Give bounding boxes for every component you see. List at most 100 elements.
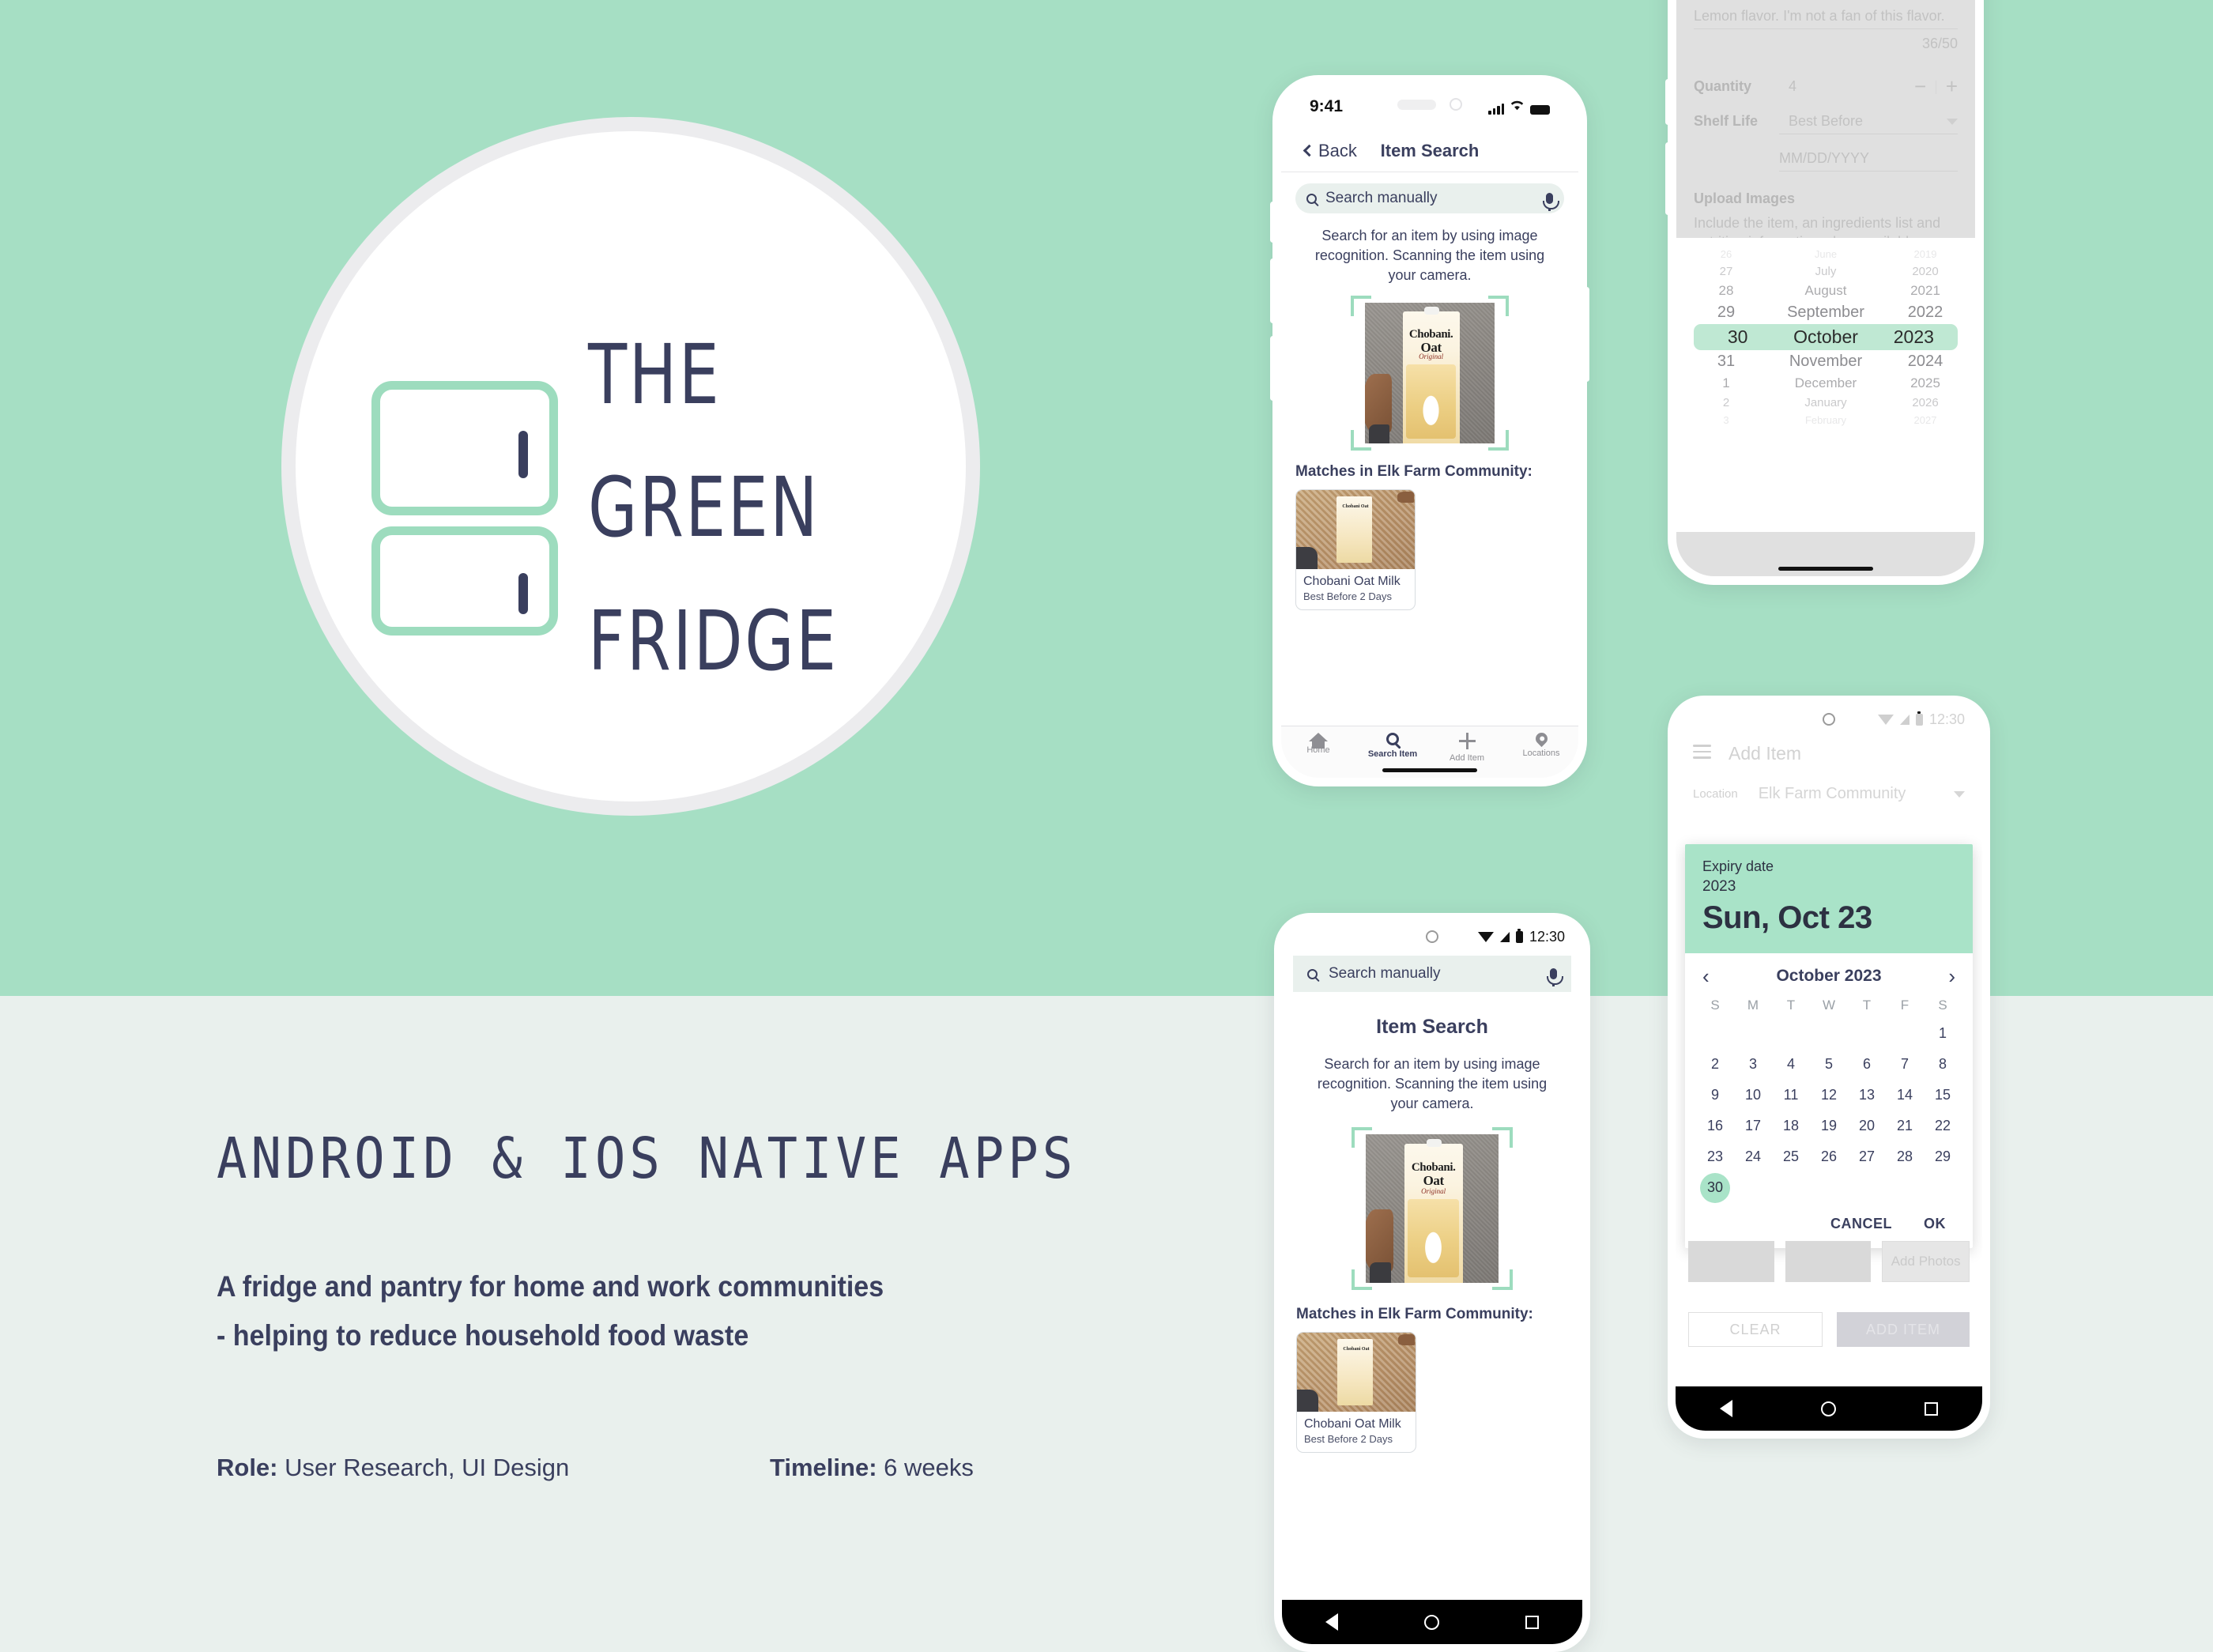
quantity-row[interactable]: Quantity 4 − | +	[1676, 74, 1975, 99]
expiry-date-row[interactable]: MM/DD/YYYY	[1676, 150, 1975, 167]
wheel-row[interactable]: 2 January 2026	[1676, 394, 1975, 412]
form-action-row[interactable]: CLEAR ADD ITEM	[1688, 1312, 1970, 1347]
calendar-day[interactable]: 17	[1734, 1111, 1772, 1141]
uploaded-photo-1[interactable]	[1688, 1241, 1774, 1282]
calendar-day[interactable]: 5	[1810, 1049, 1848, 1080]
wheel-month: November	[1789, 353, 1863, 370]
clear-button[interactable]: CLEAR	[1688, 1312, 1823, 1347]
front-camera-icon	[1823, 713, 1835, 726]
page-title: Item Search	[1376, 1016, 1488, 1038]
wheel-row[interactable]: 31 November 2024	[1676, 350, 1975, 373]
home-nav-icon[interactable]	[1423, 1614, 1439, 1630]
microphone-icon[interactable]	[1547, 968, 1563, 986]
calendar-day[interactable]: 7	[1886, 1049, 1924, 1080]
power-button[interactable]	[1584, 287, 1589, 382]
bottom-tab-bar[interactable]: Home Search Item Add Item Locations	[1281, 726, 1578, 778]
camera-scan-frame[interactable]: Chobani. Oat Original	[1352, 1127, 1513, 1291]
calendar-day[interactable]: 1	[1924, 1018, 1962, 1049]
volume-up-button[interactable]	[1270, 258, 1276, 323]
calendar-day[interactable]: 28	[1886, 1141, 1924, 1172]
quantity-increment-button[interactable]: +	[1946, 74, 1958, 99]
calendar-day[interactable]: 3	[1734, 1049, 1772, 1080]
carton-variant: Original	[1419, 353, 1444, 361]
match-card[interactable]: Chobani Oat Chobani Oat Milk Best Before…	[1296, 1332, 1416, 1454]
description-value-row[interactable]: Lemon flavor. I'm not a fan of this flav…	[1676, 8, 1975, 25]
tab-add-item[interactable]: Add Item	[1430, 733, 1504, 763]
calendar-day[interactable]: 9	[1696, 1080, 1734, 1111]
hamburger-menu-icon[interactable]	[1693, 745, 1711, 763]
calendar-day[interactable]: 8	[1924, 1049, 1962, 1080]
wheel-row[interactable]: 27 July 2020	[1676, 262, 1975, 281]
home-nav-icon[interactable]	[1821, 1401, 1836, 1416]
calendar-day[interactable]: 22	[1924, 1111, 1962, 1141]
tab-search-item[interactable]: Search Item	[1355, 733, 1430, 759]
calendar-day[interactable]: 6	[1848, 1049, 1886, 1080]
calendar-day[interactable]: 19	[1810, 1111, 1848, 1141]
calendar-day[interactable]: 20	[1848, 1111, 1886, 1141]
calendar-day[interactable]: 24	[1734, 1141, 1772, 1172]
calendar-day[interactable]: 4	[1772, 1049, 1810, 1080]
search-input[interactable]: Search manually	[1295, 183, 1564, 213]
date-picker-header-year[interactable]: 2023	[1702, 878, 1955, 896]
camera-scan-frame[interactable]: Chobani. Oat Original	[1351, 296, 1509, 451]
location-field[interactable]: Location Elk Farm Community	[1676, 764, 1982, 803]
wheel-row[interactable]: 3 February 2027	[1676, 412, 1975, 428]
mute-switch[interactable]	[1270, 202, 1276, 243]
volume-down-button[interactable]	[1270, 336, 1276, 401]
calendar-day[interactable]: 27	[1848, 1141, 1886, 1172]
wheel-row[interactable]: 29 September 2022	[1676, 301, 1975, 324]
tab-home[interactable]: Home	[1281, 733, 1355, 755]
wheel-row[interactable]: 1 December 2025	[1676, 373, 1975, 394]
recents-nav-icon[interactable]	[1925, 1401, 1938, 1416]
match-card[interactable]: Chobani Oat Chobani Oat Milk Best Before…	[1295, 489, 1416, 611]
calendar-day[interactable]: 26	[1810, 1141, 1848, 1172]
wheel-row[interactable]: 28 August 2021	[1676, 281, 1975, 301]
cancel-button[interactable]: CANCEL	[1830, 1216, 1892, 1232]
chevron-down-icon[interactable]	[1954, 790, 1965, 798]
next-month-button[interactable]: ›	[1948, 966, 1955, 986]
calendar-day[interactable]: 25	[1772, 1141, 1810, 1172]
expiry-date-input[interactable]: MM/DD/YYYY	[1779, 150, 1869, 167]
prev-month-button[interactable]: ‹	[1702, 966, 1710, 986]
calendar-day[interactable]: 10	[1734, 1080, 1772, 1111]
calendar-day[interactable]: 12	[1810, 1080, 1848, 1111]
back-nav-icon[interactable]	[1325, 1613, 1338, 1631]
recents-nav-icon[interactable]	[1525, 1615, 1540, 1629]
calendar-day[interactable]: 18	[1772, 1111, 1810, 1141]
calendar-day[interactable]: 29	[1924, 1141, 1962, 1172]
ios-date-wheel-picker[interactable]: 26 June 2019 27 July 2020 28 August 2021 29 Septem…	[1676, 238, 1975, 532]
volume-down-button[interactable]	[1665, 142, 1671, 215]
android-nav-bar[interactable]	[1282, 1600, 1582, 1644]
calendar-day[interactable]: 11	[1772, 1080, 1810, 1111]
ok-button[interactable]: OK	[1924, 1216, 1946, 1232]
matches-heading: Matches in Elk Farm Community:	[1296, 1306, 1533, 1323]
calendar-day[interactable]: 21	[1886, 1111, 1924, 1141]
calendar-day[interactable]: 14	[1886, 1080, 1924, 1111]
char-counter: 36/50	[1921, 36, 1958, 51]
add-photos-button[interactable]: Add Photos	[1882, 1241, 1970, 1282]
wheel-row[interactable]: 26 June 2019	[1676, 246, 1975, 262]
uploaded-photo-2[interactable]	[1785, 1241, 1872, 1282]
calendar-day[interactable]: 16	[1696, 1111, 1734, 1141]
chevron-down-icon[interactable]	[1947, 118, 1958, 125]
calendar-day[interactable]: 23	[1696, 1141, 1734, 1172]
wheel-row-selected[interactable]: 30 October 2023	[1694, 324, 1958, 350]
calendar-day-selected[interactable]: 30	[1696, 1172, 1734, 1203]
microphone-icon[interactable]	[1543, 193, 1559, 211]
calendar-grid[interactable]: 1 2 3 4 5 6 7 8 9 10 11 12 13 14 15 16 17 18 19 20 21 22 23 24 2…	[1685, 1018, 1973, 1203]
volume-up-button[interactable]	[1665, 79, 1671, 125]
date-picker-dialog[interactable]: Expiry date 2023 Sun, Oct 23 ‹ October 2…	[1685, 844, 1973, 1248]
add-item-button[interactable]: ADD ITEM	[1837, 1312, 1970, 1347]
calendar-day[interactable]: 15	[1924, 1080, 1962, 1111]
tab-locations[interactable]: Locations	[1504, 730, 1578, 758]
quantity-decrement-button[interactable]: −	[1914, 74, 1926, 99]
android-nav-bar[interactable]	[1676, 1386, 1982, 1431]
calendar-day[interactable]: 13	[1848, 1080, 1886, 1111]
search-input[interactable]: Search manually	[1293, 956, 1571, 992]
calendar-day[interactable]: 2	[1696, 1049, 1734, 1080]
shelf-life-row[interactable]: Shelf Life Best Before	[1676, 113, 1975, 130]
wheel-rows[interactable]: 26 June 2019 27 July 2020 28 August 2021 29 Septem…	[1676, 238, 1975, 428]
back-nav-icon[interactable]	[1720, 1400, 1732, 1417]
back-button[interactable]: Back	[1303, 141, 1357, 161]
photo-upload-row[interactable]: Add Photos	[1688, 1241, 1970, 1282]
